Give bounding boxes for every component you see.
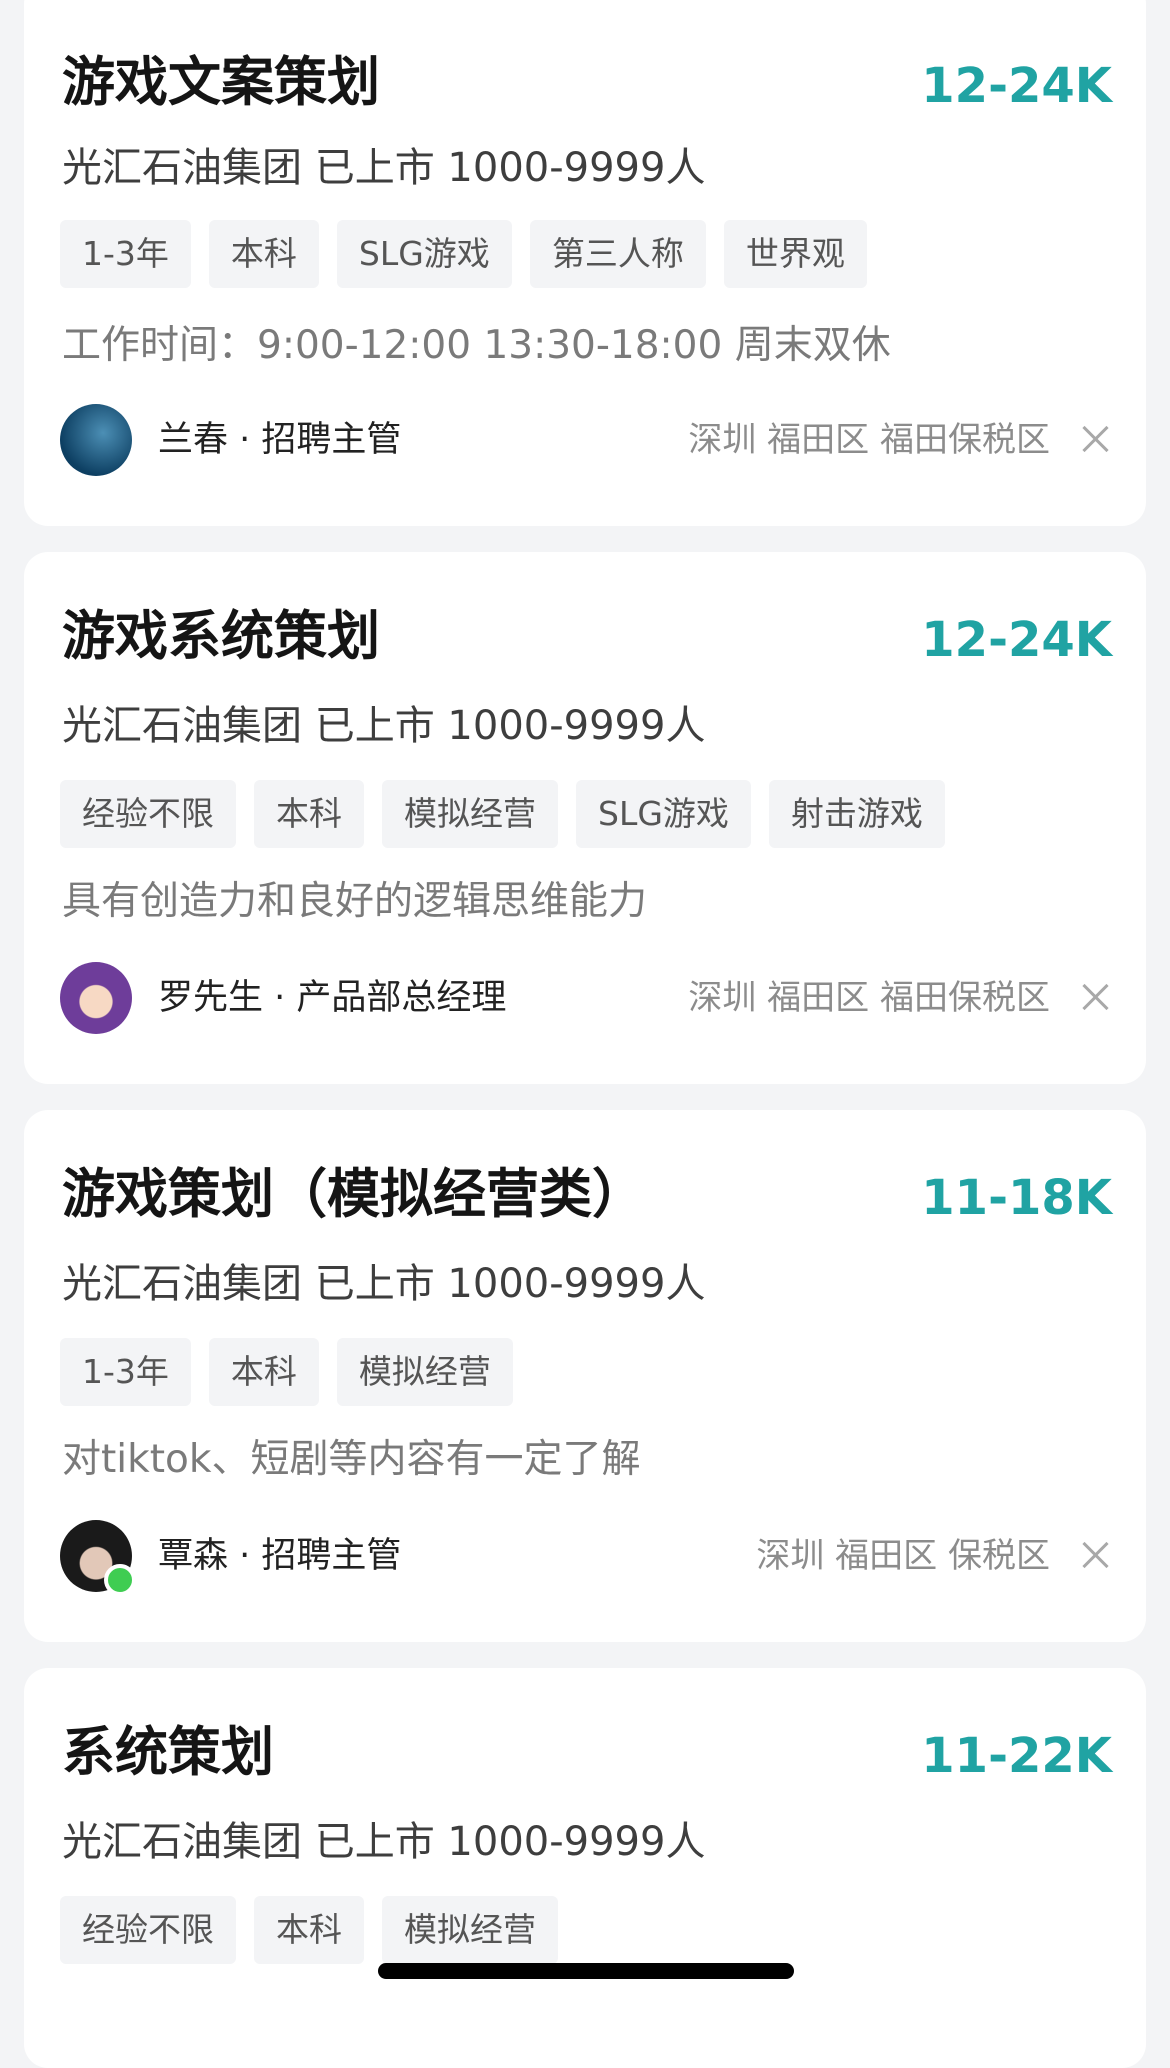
- avatar: [60, 1520, 136, 1596]
- company-info: 光汇石油集团 已上市 1000-9999人: [62, 703, 706, 749]
- tag: 1-3年: [60, 1338, 191, 1406]
- tag: 经验不限: [60, 1896, 236, 1964]
- tag: 模拟经营: [382, 1896, 558, 1964]
- job-title[interactable]: 游戏策划（模拟经营类）: [62, 1168, 645, 1221]
- tag: 射击游戏: [768, 780, 945, 848]
- avatar: [60, 962, 132, 1034]
- recruiter-name: 覃森 · 招聘主管: [158, 1536, 402, 1576]
- online-status-dot: [104, 1564, 136, 1596]
- job-title[interactable]: 游戏系统策划: [62, 610, 380, 663]
- salary: 11-22K: [921, 1728, 1112, 1784]
- close-icon[interactable]: [1078, 1538, 1112, 1572]
- salary: 12-24K: [921, 58, 1112, 114]
- tag: 模拟经营: [336, 1338, 513, 1406]
- company-info: 光汇石油集团 已上市 1000-9999人: [62, 1261, 706, 1307]
- tag-list: 经验不限 本科 模拟经营: [60, 1896, 558, 1964]
- tag: 本科: [208, 220, 319, 288]
- location: 深圳 福田区 福田保税区: [688, 420, 1050, 460]
- company-info: 光汇石油集团 已上市 1000-9999人: [62, 145, 706, 191]
- tag: 模拟经营: [382, 780, 558, 848]
- tag: 世界观: [723, 220, 867, 288]
- tag: 本科: [208, 1338, 319, 1406]
- tag: 第三人称: [529, 220, 706, 288]
- location: 深圳 福田区 保税区: [756, 1536, 1050, 1576]
- job-card[interactable]: 游戏文案策划 12-24K 光汇石油集团 已上市 1000-9999人 1-3年…: [24, 0, 1146, 526]
- tag-list: 1-3年 本科 模拟经营: [60, 1338, 513, 1406]
- recruiter-name: 罗先生 · 产品部总经理: [158, 978, 507, 1018]
- job-card[interactable]: 游戏策划（模拟经营类） 11-18K 光汇石油集团 已上市 1000-9999人…: [24, 1110, 1146, 1642]
- avatar: [60, 404, 132, 476]
- salary: 12-24K: [921, 612, 1112, 668]
- home-indicator[interactable]: [378, 1963, 794, 1979]
- tag: 本科: [254, 780, 364, 848]
- tag: 1-3年: [60, 220, 191, 288]
- tag: 经验不限: [60, 780, 236, 848]
- tag: SLG游戏: [336, 220, 512, 288]
- close-icon[interactable]: [1078, 980, 1112, 1014]
- salary: 11-18K: [921, 1170, 1112, 1226]
- tag-list: 经验不限 本科 模拟经营 SLG游戏 射击游戏: [60, 780, 945, 848]
- job-description: 具有创造力和良好的逻辑思维能力: [62, 879, 648, 924]
- tag: SLG游戏: [576, 780, 751, 848]
- job-description: 对tiktok、短剧等内容有一定了解: [62, 1437, 641, 1482]
- tag: 本科: [254, 1896, 364, 1964]
- job-card[interactable]: 游戏系统策划 12-24K 光汇石油集团 已上市 1000-9999人 经验不限…: [24, 552, 1146, 1084]
- tag-list: 1-3年 本科 SLG游戏 第三人称 世界观: [60, 220, 867, 288]
- job-description: 工作时间：9:00-12:00 13:30-18:00 周末双休: [62, 323, 891, 368]
- job-title[interactable]: 游戏文案策划: [62, 56, 380, 109]
- job-card[interactable]: 系统策划 11-22K 光汇石油集团 已上市 1000-9999人 经验不限 本…: [24, 1668, 1146, 2068]
- location: 深圳 福田区 福田保税区: [688, 978, 1050, 1018]
- close-icon[interactable]: [1078, 422, 1112, 456]
- recruiter-name: 兰春 · 招聘主管: [158, 420, 402, 460]
- company-info: 光汇石油集团 已上市 1000-9999人: [62, 1819, 706, 1865]
- job-title[interactable]: 系统策划: [62, 1726, 274, 1779]
